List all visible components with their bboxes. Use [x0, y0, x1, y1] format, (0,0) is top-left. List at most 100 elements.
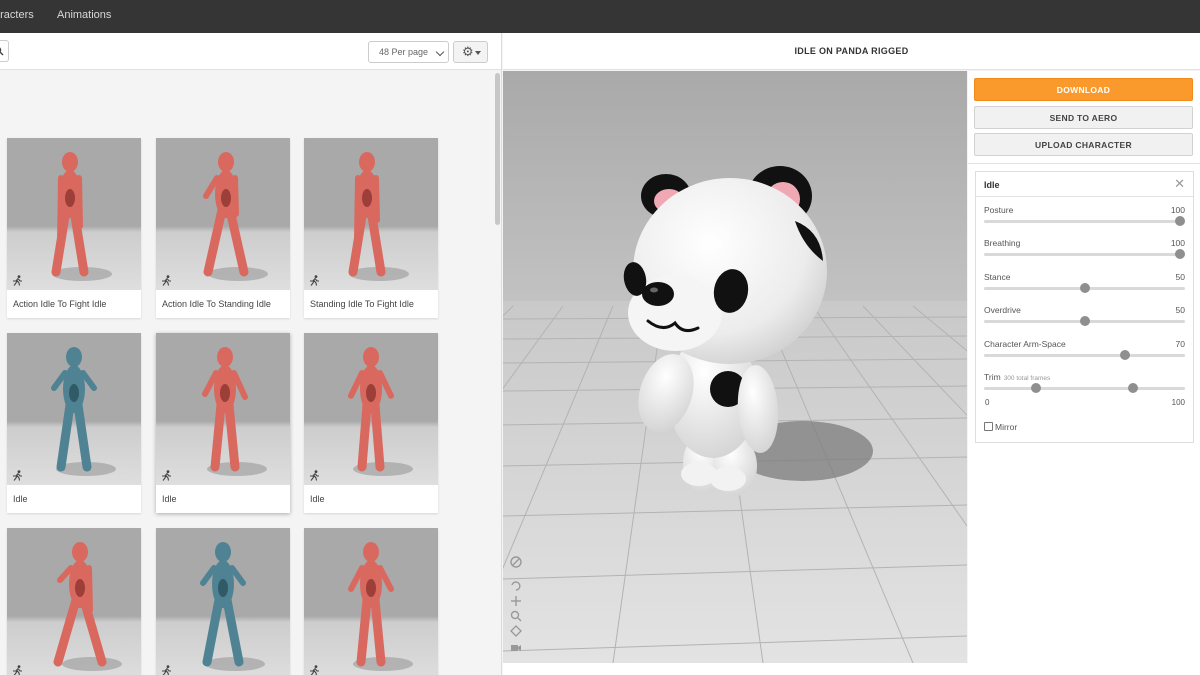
character-preview [200, 542, 265, 671]
character-preview [51, 152, 112, 281]
animation-thumbnail[interactable] [7, 138, 141, 290]
viewport-scene [503, 71, 967, 663]
slider-value: 70 [1175, 339, 1185, 349]
slider-handle[interactable] [1079, 316, 1090, 326]
slider-posture[interactable]: Posture 100 [984, 205, 1185, 235]
upload-character-button[interactable]: UPLOAD CHARACTER [974, 133, 1193, 156]
animation-label: Action Idle To Standing Idle [162, 299, 271, 309]
camera-icon[interactable] [509, 641, 523, 655]
animation-card[interactable] [7, 528, 141, 675]
animation-label: Idle [13, 494, 28, 504]
slider-track[interactable] [984, 354, 1185, 357]
animation-label: Action Idle To Fight Idle [13, 299, 107, 309]
settings-dropdown-button[interactable]: ⚙ [453, 41, 488, 63]
character-preview [53, 542, 122, 671]
character-preview [348, 347, 413, 476]
animation-label: Idle [162, 494, 177, 504]
undo-icon[interactable] [509, 579, 523, 593]
running-man-icon [13, 275, 22, 286]
slider-track[interactable] [984, 253, 1185, 256]
animation-label: Standing Idle To Fight Idle [310, 299, 414, 309]
trim-track[interactable] [984, 387, 1185, 390]
character-preview [202, 347, 267, 476]
nav-characters[interactable]: aracters [0, 0, 34, 33]
running-man-icon [310, 470, 319, 481]
trim-min: 0 [985, 398, 990, 407]
running-man-icon [162, 275, 171, 286]
running-man-icon [310, 275, 319, 286]
divider [968, 163, 1200, 164]
slider-label: Posture [984, 205, 1014, 215]
mirror-checkbox[interactable]: Mirror [984, 422, 1017, 432]
running-man-icon [162, 665, 171, 675]
animation-card[interactable]: Idle [156, 333, 290, 513]
download-button[interactable]: DOWNLOAD [974, 78, 1193, 101]
scrollbar-thumb[interactable] [495, 73, 500, 225]
slider-handle[interactable] [1174, 216, 1185, 226]
animation-card[interactable]: Idle [7, 333, 141, 513]
library-toolbar: 48 Per page ⚙ [0, 33, 501, 70]
slider-handle[interactable] [1119, 350, 1130, 360]
trim-end-handle[interactable] [1127, 383, 1138, 393]
animation-settings: Idle ✕ Posture 100 Breathing 100 Stance 50 Ove… [975, 171, 1194, 443]
animation-thumbnail[interactable] [304, 528, 438, 675]
character-preview [348, 152, 409, 281]
search-icon [0, 47, 4, 56]
search-button[interactable] [0, 40, 9, 62]
animation-card[interactable] [156, 528, 290, 675]
animation-library: 48 Per page ⚙ Action Idle To Fight Idle A… [0, 33, 502, 675]
zoom-icon[interactable] [509, 609, 523, 623]
per-page-select[interactable]: 48 Per page [368, 41, 449, 63]
running-man-icon [310, 665, 319, 675]
animation-thumbnail[interactable] [156, 138, 290, 290]
send-to-aero-button[interactable]: SEND TO AERO [974, 106, 1193, 129]
animation-card[interactable]: Action Idle To Standing Idle [156, 138, 290, 318]
slider-label: Character Arm-Space [984, 339, 1066, 349]
running-man-icon [13, 665, 22, 675]
slider-label: Overdrive [984, 305, 1021, 315]
animation-card[interactable]: Idle [304, 333, 438, 513]
checkbox-box[interactable] [984, 422, 993, 431]
animation-thumbnail[interactable] [156, 528, 290, 675]
slider-value: 50 [1175, 305, 1185, 315]
gear-icon: ⚙ [462, 44, 474, 59]
animation-thumbnail[interactable] [304, 138, 438, 290]
slider-handle[interactable] [1079, 283, 1090, 293]
settings-header: Idle ✕ [976, 172, 1193, 197]
3d-viewport[interactable] [503, 71, 967, 663]
slider-breathing[interactable]: Breathing 100 [984, 238, 1185, 268]
animation-thumbnail[interactable] [156, 333, 290, 485]
animation-card[interactable]: Standing Idle To Fight Idle [304, 138, 438, 318]
close-icon[interactable]: ✕ [1174, 177, 1185, 191]
trim-start-handle[interactable] [1031, 383, 1042, 393]
slider-track[interactable] [984, 220, 1185, 223]
viewport-title: IDLE ON PANDA RIGGED [794, 46, 909, 56]
viewport-header: IDLE ON PANDA RIGGED [503, 33, 1200, 70]
slider-character-arm-space[interactable]: Character Arm-Space 70 [984, 339, 1185, 369]
trim-slider[interactable]: Trim 300 total frames 0 100 [984, 372, 1185, 407]
nav-animations[interactable]: Animations [57, 0, 111, 33]
animation-thumbnail[interactable] [7, 333, 141, 485]
running-man-icon [13, 470, 22, 481]
slider-value: 100 [1170, 238, 1185, 248]
character-preview [51, 347, 116, 476]
slider-overdrive[interactable]: Overdrive 50 [984, 305, 1185, 335]
slider-stance[interactable]: Stance 50 [984, 272, 1185, 302]
character-preview [348, 542, 413, 671]
character-preview [203, 152, 268, 281]
rotate-icon[interactable] [509, 624, 523, 638]
animation-card[interactable] [304, 528, 438, 675]
animation-label: Idle [310, 494, 325, 504]
chevron-down-icon [435, 47, 445, 57]
mirror-label: Mirror [995, 422, 1018, 432]
reset-view-icon[interactable] [509, 555, 523, 569]
animation-thumbnail[interactable] [7, 528, 141, 675]
animation-card[interactable]: Action Idle To Fight Idle [7, 138, 141, 318]
trim-frames: 300 total frames [1003, 375, 1051, 382]
animation-thumbnail[interactable] [304, 333, 438, 485]
slider-value: 100 [1170, 205, 1185, 215]
top-nav: aracters Animations [0, 0, 1200, 33]
caret-down-icon [475, 51, 481, 55]
move-icon[interactable] [509, 594, 523, 608]
slider-handle[interactable] [1174, 249, 1185, 259]
